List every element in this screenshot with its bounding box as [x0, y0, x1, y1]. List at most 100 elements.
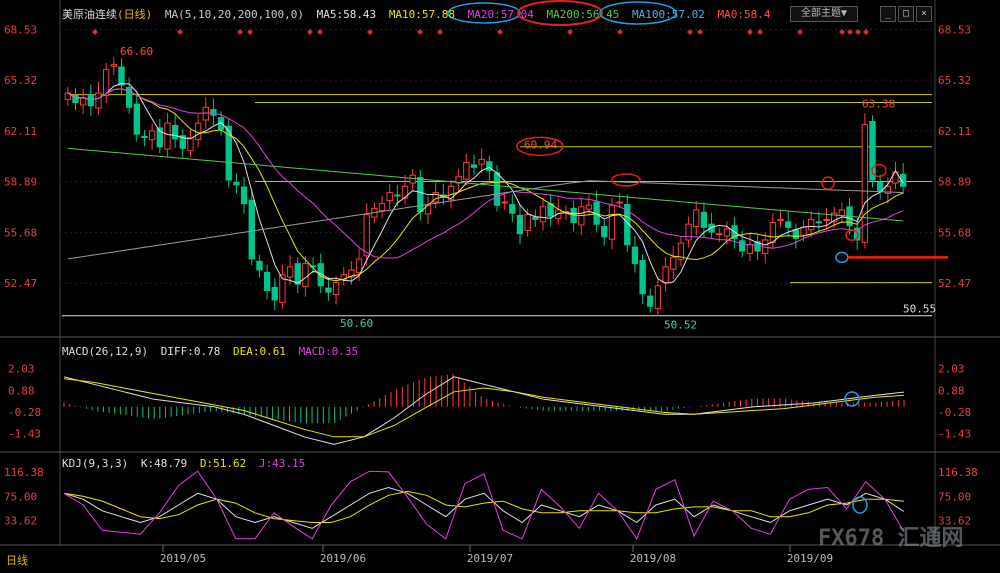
signal-diamond-marker [307, 29, 313, 35]
candle-body [164, 122, 171, 150]
period-tab-daily[interactable]: 日线 [6, 552, 28, 568]
candle-body [409, 174, 416, 184]
close-icon[interactable]: × [916, 6, 932, 22]
price-y-tick-right: 55.68 [938, 226, 971, 239]
candle-body [302, 263, 309, 288]
kdj-j-value: J:43.15 [258, 457, 306, 470]
candle-body [716, 233, 723, 236]
candle-body [601, 226, 608, 238]
price-annotation-low-2: 50.52 [664, 318, 697, 331]
ma200-value: MA200:56.45 [546, 8, 620, 21]
candle-body [800, 226, 807, 236]
signal-diamond-marker [247, 29, 253, 35]
ma200-line [67, 147, 904, 222]
period-label: (日线) [117, 8, 153, 21]
candle-body [95, 92, 102, 109]
time-axis-label: 2019/07 [467, 552, 513, 565]
macd-header: MACD(26,12,9) DIFF:0.78 DEA:0.61 MACD:0.… [62, 345, 364, 358]
candle-body [286, 266, 294, 278]
price-annotation-low-1: 50.60 [340, 317, 373, 330]
symbol-label: 美原油连续 [62, 8, 117, 21]
candle-body [493, 172, 501, 206]
macd-y-tick-left: 2.03 [8, 363, 35, 376]
price-y-tick-right: 52.47 [938, 277, 971, 290]
kdj-y-tick-right: 116.38 [938, 466, 978, 479]
price-y-tick-right: 65.32 [938, 74, 971, 87]
candle-body [639, 260, 646, 295]
price-y-tick-left: 55.68 [4, 226, 37, 239]
candle-body [585, 204, 593, 210]
ma0-value: MA0:58.4 [717, 8, 771, 21]
candle-body [263, 271, 271, 292]
candle-body [171, 124, 179, 140]
candle-body [133, 103, 140, 135]
kdj-j-line [63, 470, 905, 540]
candle-body [401, 185, 409, 199]
candle-body [363, 214, 370, 257]
candle-body [210, 109, 217, 116]
candle-body [355, 258, 363, 273]
signal-diamond-marker [237, 29, 243, 35]
ma5-value: MA5:58.43 [316, 8, 377, 21]
candle-body [516, 214, 524, 235]
candle-body [248, 199, 255, 260]
candle-body [233, 181, 240, 186]
price-y-tick-right: 58.89 [938, 176, 971, 189]
time-axis-label: 2019/08 [630, 552, 676, 565]
highlight-ellipse-low [835, 251, 849, 264]
candle-body [141, 136, 148, 139]
candle-body [739, 240, 746, 252]
candle-body [769, 222, 777, 243]
theme-dropdown-button[interactable]: 全部主题▼ [790, 6, 858, 22]
signal-diamond-marker [367, 29, 373, 35]
macd-dea-value: DEA:0.61 [232, 345, 286, 358]
minimize-icon[interactable]: _ [880, 6, 896, 22]
macd-y-tick-right: -1.43 [938, 428, 971, 441]
macd-y-tick-right: 0.88 [938, 384, 965, 397]
candle-body [685, 223, 692, 241]
candle-body [631, 246, 639, 265]
signal-diamond-marker [697, 29, 703, 35]
price-y-tick-left: 52.47 [4, 277, 37, 290]
candle-body [654, 285, 662, 310]
candle-body [110, 64, 117, 67]
signal-diamond-marker [567, 29, 573, 35]
price-y-tick-left: 65.32 [4, 74, 37, 87]
candle-body [823, 218, 830, 221]
price-annotation-high-1: 66.60 [120, 45, 153, 58]
candle-body [539, 206, 547, 223]
candle-body [202, 106, 209, 121]
candle-body [616, 201, 623, 204]
candle-body [723, 228, 731, 237]
candle-body [332, 282, 340, 295]
candle-body [777, 218, 784, 221]
macd-y-tick-right: -0.28 [938, 406, 971, 419]
candle-body [501, 201, 508, 204]
signal-diamond-marker [797, 29, 803, 35]
time-axis-label: 2019/05 [160, 552, 206, 565]
candle-body [700, 211, 708, 228]
candle-body [256, 260, 263, 271]
candle-body [532, 216, 539, 220]
price-header: 美原油连续(日线) MA(5,10,20,200,100,0) MA5:58.4… [62, 6, 776, 22]
chart-stage: 68.53 68.53 65.32 65.32 62.11 62.11 58.89 58.89… [0, 0, 1000, 569]
price-y-tick-right: 62.11 [938, 125, 971, 138]
kdj-k-line [63, 486, 905, 529]
macd-y-tick-left: 0.88 [8, 384, 35, 397]
kdj-k-value: K:48.79 [140, 457, 188, 470]
price-annotation-high-3: 63.38 [862, 97, 895, 110]
candle-body [509, 203, 516, 214]
signal-diamond-marker [747, 29, 753, 35]
macd-diff-value: DIFF:0.78 [160, 345, 221, 358]
candle-body [647, 295, 654, 307]
macd-macd-value: MACD:0.35 [298, 345, 359, 358]
kdj-y-tick-left: 75.00 [4, 490, 37, 503]
highlight-ellipse-kdj [852, 496, 868, 514]
price-annotation-last: 50.55 [903, 303, 936, 316]
ma100-value: MA100:57.02 [632, 8, 705, 21]
maximize-icon[interactable]: □ [898, 6, 914, 22]
highlight-ellipse-resist-2 [821, 176, 835, 190]
macd-config-label: MACD(26,12,9) [62, 345, 149, 358]
candle-body [294, 263, 301, 285]
candle-body [670, 256, 677, 270]
